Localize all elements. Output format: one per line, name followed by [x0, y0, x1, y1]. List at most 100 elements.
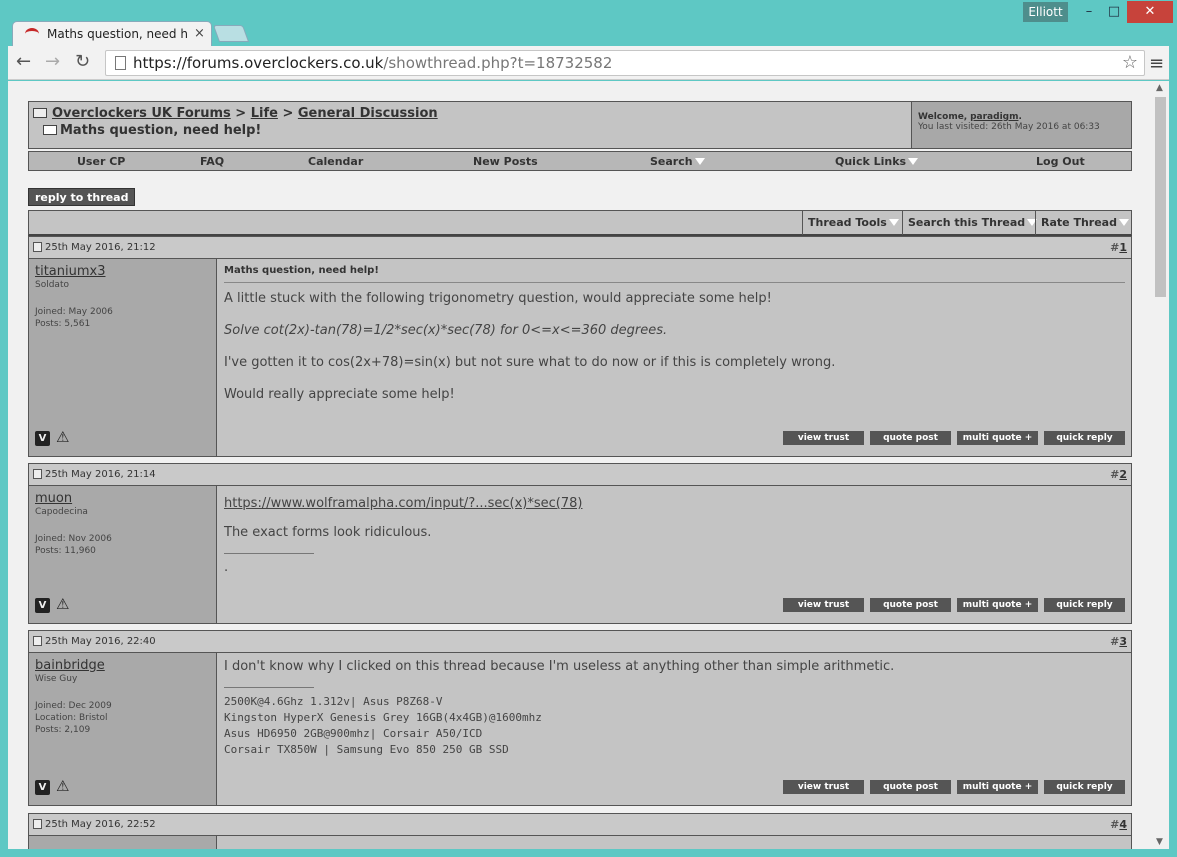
- signature-text: .: [224, 560, 229, 575]
- signature-line: Asus HD6950 2GB@900mhz| Corsair A50/ICD: [224, 727, 483, 740]
- post-text: A little stuck with the following trigon…: [224, 291, 772, 306]
- bookmark-star-icon[interactable]: ☆: [1122, 52, 1138, 73]
- address-bar[interactable]: https://forums.overclockers.co.uk/showth…: [105, 50, 1145, 76]
- new-tab-button[interactable]: [212, 25, 250, 42]
- post-number-link[interactable]: #1: [1110, 241, 1127, 254]
- user-title: Wise Guy: [35, 674, 78, 684]
- quick-reply-button[interactable]: quick reply: [1044, 431, 1125, 445]
- post-content: https://www.wolframalpha.com/input/?...s…: [218, 486, 1131, 600]
- user-info: muon Capodecina Joined: Nov 2006 Posts: …: [29, 486, 217, 623]
- breadcrumb-general-discussion-link[interactable]: General Discussion: [298, 106, 438, 121]
- post-number-link[interactable]: #3: [1110, 635, 1127, 648]
- post-date: 25th May 2016, 22:40: [45, 636, 156, 647]
- post-header: 25th May 2016, 22:52 #4: [29, 814, 1131, 836]
- user-stats: Joined: Dec 2009 Location: Bristol Posts…: [35, 701, 112, 735]
- username-link[interactable]: paradigm: [970, 112, 1018, 122]
- post-title: Maths question, need help!: [224, 265, 1125, 283]
- post-header: 25th May 2016, 22:40 #3: [29, 631, 1131, 653]
- username-link[interactable]: titaniumx3: [35, 264, 210, 279]
- username-link[interactable]: muon: [35, 491, 210, 506]
- vbulletin-icon[interactable]: V: [35, 431, 50, 446]
- post-1: 25th May 2016, 21:12 #1 titaniumx3 Solda…: [28, 236, 1132, 457]
- scroll-up-arrow-icon[interactable]: ▲: [1156, 83, 1163, 93]
- forward-arrow-icon[interactable]: →: [45, 52, 60, 72]
- scroll-down-arrow-icon[interactable]: ▼: [1156, 837, 1163, 847]
- breadcrumb-separator: >: [235, 106, 247, 121]
- report-warning-icon[interactable]: ⚠: [56, 595, 69, 613]
- reply-to-thread-button[interactable]: reply to thread: [28, 188, 136, 206]
- close-window-button[interactable]: ✕: [1127, 1, 1173, 23]
- report-warning-icon[interactable]: ⚠: [56, 428, 69, 446]
- multi-quote-button[interactable]: multi quote +: [957, 780, 1038, 794]
- tab-close-icon[interactable]: ×: [194, 26, 205, 41]
- breadcrumb-life-link[interactable]: Life: [251, 106, 278, 121]
- username-link[interactable]: bainbridge: [35, 658, 210, 673]
- nav-search[interactable]: Search: [650, 155, 705, 168]
- url-text[interactable]: https://forums.overclockers.co.uk/showth…: [133, 54, 612, 72]
- tab-title: Maths question, need help!: [47, 27, 187, 41]
- welcome-box: Welcome, paradigm. You last visited: 26t…: [911, 102, 1131, 148]
- view-trust-button[interactable]: view trust: [783, 598, 864, 612]
- title-bar: Elliott – □ ✕ Maths question, need help!…: [0, 0, 1177, 46]
- dropdown-arrow-icon: [1118, 219, 1129, 226]
- post-date: 25th May 2016, 21:12: [45, 242, 156, 253]
- user-info: bainbridge Wise Guy Joined: Dec 2009 Loc…: [29, 653, 217, 805]
- quick-reply-button[interactable]: quick reply: [1044, 780, 1125, 794]
- post-text: The exact forms look ridiculous.: [224, 525, 432, 540]
- folder-icon: [33, 108, 47, 118]
- multi-quote-button[interactable]: multi quote +: [957, 431, 1038, 445]
- favicon-icon: [25, 28, 39, 40]
- user-info: titaniumx3 Soldato Joined: May 2006 Post…: [29, 259, 217, 456]
- vbulletin-icon[interactable]: V: [35, 780, 50, 795]
- post-number-link[interactable]: #2: [1110, 468, 1127, 481]
- signature-divider: [224, 553, 314, 554]
- rate-thread-menu[interactable]: Rate Thread: [1035, 211, 1134, 235]
- user-stats: Joined: May 2006 Posts: 5,561: [35, 307, 113, 329]
- maximize-button[interactable]: □: [1098, 1, 1130, 23]
- user-title: Soldato: [35, 280, 69, 290]
- post-buttons: view trust quote post multi quote + quick r…: [777, 592, 1125, 612]
- nav-quick-links[interactable]: Quick Links: [835, 155, 919, 168]
- browser-tab[interactable]: Maths question, need help! ×: [12, 21, 212, 46]
- page-scrollbar[interactable]: ▲ ▼: [1152, 81, 1169, 849]
- nav-new-posts[interactable]: New Posts: [473, 155, 538, 168]
- quote-post-button[interactable]: quote post: [870, 431, 951, 445]
- thread-title: Maths question, need help!: [60, 123, 262, 138]
- scrollbar-thumb[interactable]: [1155, 97, 1166, 297]
- post-header: 25th May 2016, 21:14 #2: [29, 464, 1131, 486]
- multi-quote-button[interactable]: multi quote +: [957, 598, 1038, 612]
- user-info: [29, 836, 217, 849]
- forum-header: Overclockers UK Forums > Life > General …: [28, 101, 1132, 149]
- back-arrow-icon[interactable]: ←: [16, 52, 31, 72]
- nav-faq[interactable]: FAQ: [200, 155, 224, 168]
- post-header: 25th May 2016, 21:12 #1: [29, 237, 1131, 259]
- browser-toolbar: ← → ↻ https://forums.overclockers.co.uk/…: [8, 46, 1169, 80]
- post-buttons: view trust quote post multi quote + quick r…: [777, 425, 1125, 445]
- profile-badge[interactable]: Elliott: [1023, 2, 1068, 22]
- post-number-link[interactable]: #4: [1110, 818, 1127, 831]
- wolfram-link[interactable]: https://www.wolframalpha.com/input/?...s…: [224, 496, 582, 511]
- search-thread-menu[interactable]: Search this Thread: [902, 211, 1042, 235]
- user-stats: Joined: Nov 2006 Posts: 11,960: [35, 534, 112, 556]
- reload-icon[interactable]: ↻: [75, 52, 90, 72]
- post-text: I've gotten it to cos(2x+78)=sin(x) but …: [224, 355, 836, 370]
- view-trust-button[interactable]: view trust: [783, 431, 864, 445]
- page-viewport: Overclockers UK Forums > Life > General …: [8, 81, 1169, 849]
- thread-tools-menu[interactable]: Thread Tools: [802, 211, 904, 235]
- nav-log-out[interactable]: Log Out: [1036, 155, 1085, 168]
- quote-post-button[interactable]: quote post: [870, 780, 951, 794]
- post-date: 25th May 2016, 22:52: [45, 819, 156, 830]
- dropdown-arrow-icon: [908, 158, 919, 165]
- view-trust-button[interactable]: view trust: [783, 780, 864, 794]
- nav-user-cp[interactable]: User CP: [77, 155, 125, 168]
- post-text: I don't know why I clicked on this threa…: [224, 659, 895, 674]
- dropdown-arrow-icon: [694, 158, 705, 165]
- signature-line: 2500K@4.6Ghz 1.312v| Asus P8Z68-V: [224, 695, 443, 708]
- vbulletin-icon[interactable]: V: [35, 598, 50, 613]
- browser-menu-icon[interactable]: ≡: [1149, 53, 1164, 74]
- quick-reply-button[interactable]: quick reply: [1044, 598, 1125, 612]
- quote-post-button[interactable]: quote post: [870, 598, 951, 612]
- report-warning-icon[interactable]: ⚠: [56, 777, 69, 795]
- nav-calendar[interactable]: Calendar: [308, 155, 363, 168]
- breadcrumb-forum-link[interactable]: Overclockers UK Forums: [52, 106, 231, 121]
